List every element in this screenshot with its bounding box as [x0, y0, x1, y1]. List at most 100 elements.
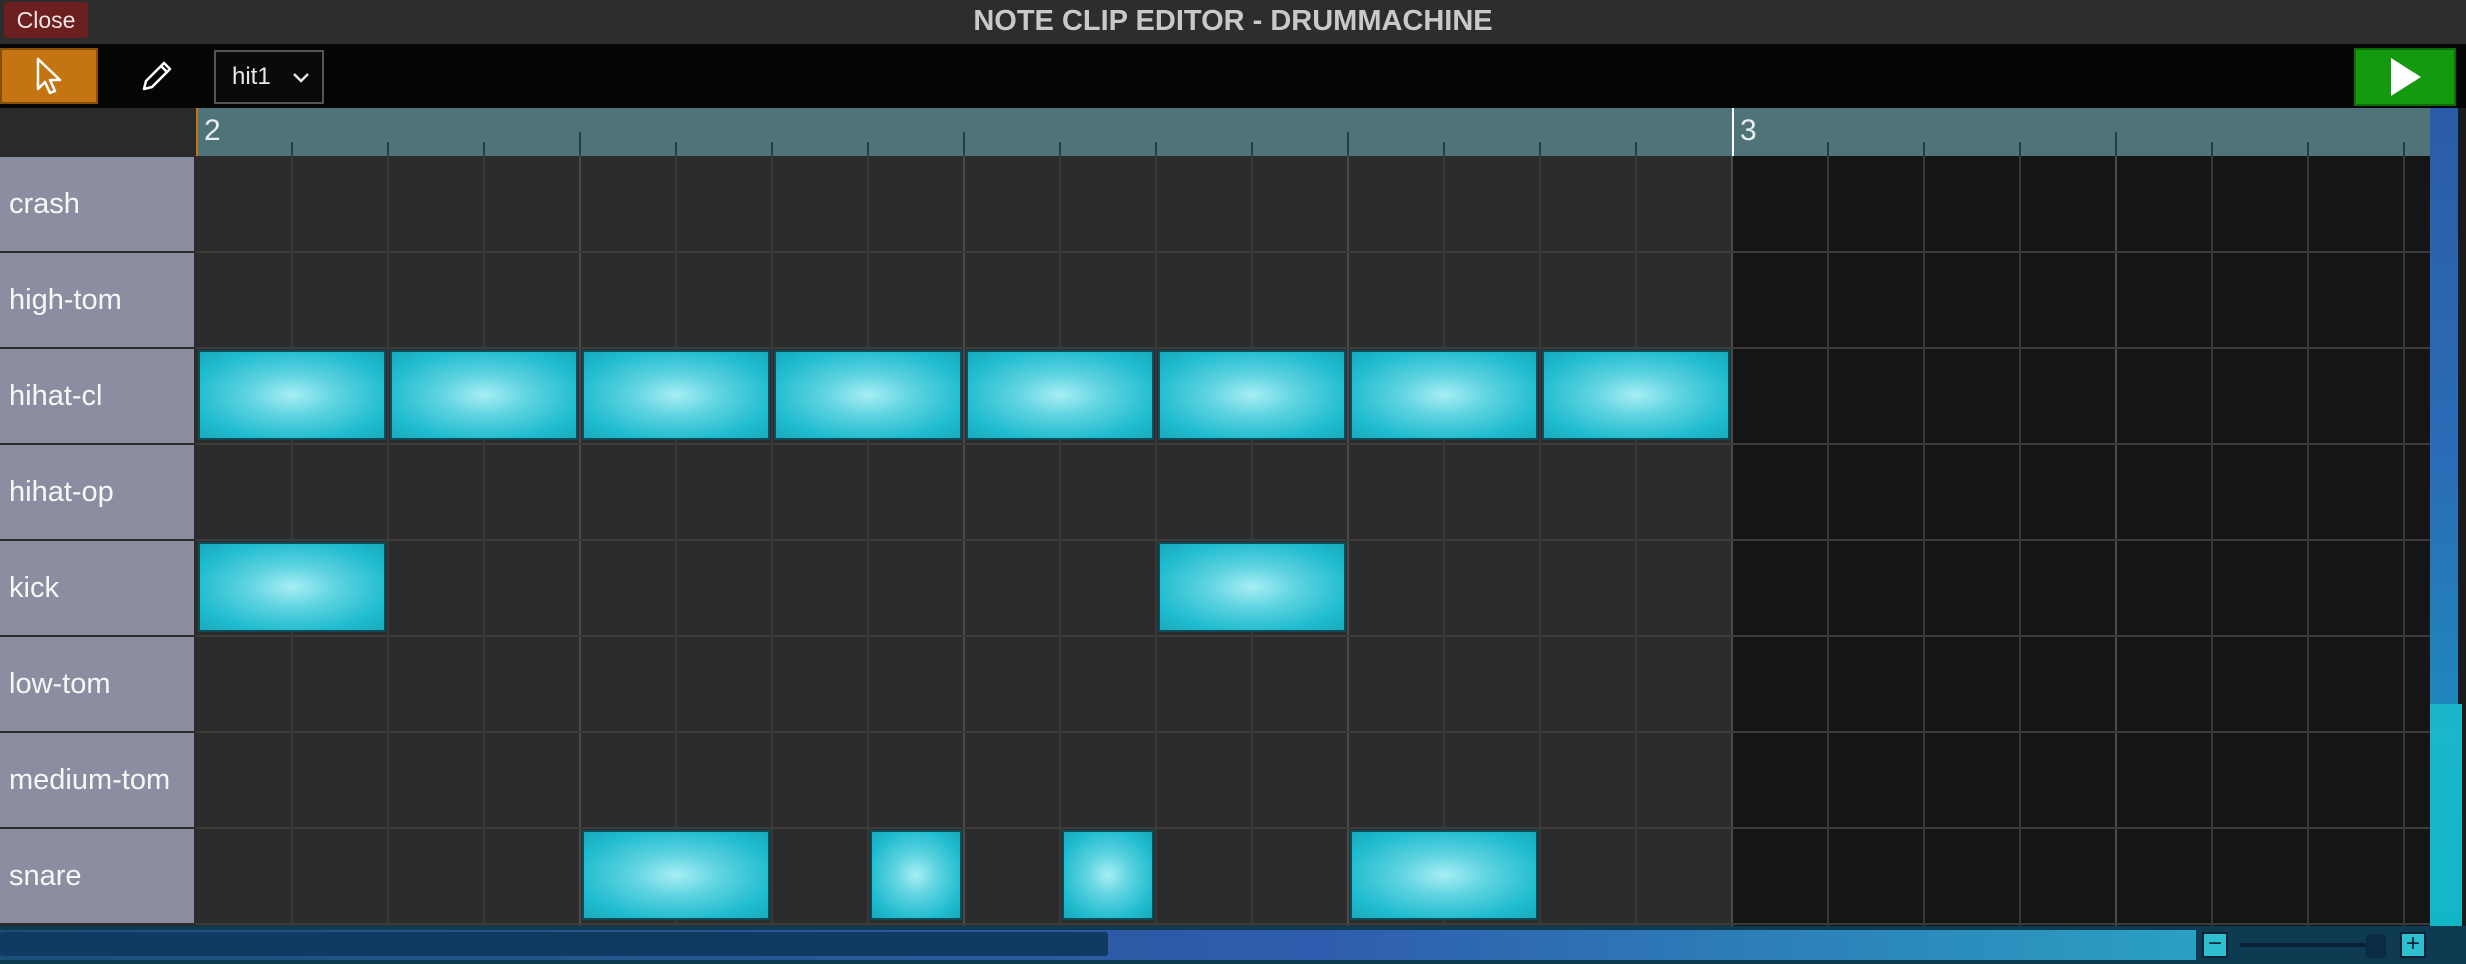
grid-row-line [196, 635, 2430, 637]
grid-line [2115, 156, 2117, 926]
ruler-tick [2211, 142, 2213, 156]
note-snare[interactable] [870, 830, 962, 920]
close-button[interactable]: Close [4, 2, 88, 38]
title-bar: NOTE CLIP EDITOR - DRUMMACHINE Close [0, 0, 2466, 44]
ruler-tick [1443, 142, 1445, 156]
scrollbar-divider [2462, 108, 2466, 926]
zoom-out-button[interactable]: − [2202, 932, 2228, 958]
zoom-slider-track[interactable] [2240, 943, 2384, 947]
chevron-down-icon [293, 73, 309, 83]
pencil-tool-button[interactable] [110, 48, 204, 104]
track-label-kick[interactable]: kick [0, 541, 194, 635]
grid-row-line [196, 923, 2430, 925]
zoom-in-button[interactable]: + [2400, 932, 2426, 958]
grid-row-line [196, 347, 2430, 349]
ruler-tick [771, 142, 773, 156]
ruler-tick [2019, 142, 2021, 156]
grid-line [1827, 156, 1829, 926]
grid-row-line [196, 443, 2430, 445]
grid-line [867, 156, 869, 926]
pencil-icon [142, 61, 172, 91]
note-kick[interactable] [1158, 542, 1346, 632]
track-label-snare[interactable]: snare [0, 829, 194, 923]
window-title: NOTE CLIP EDITOR - DRUMMACHINE [973, 5, 1493, 37]
ruler-tick [2307, 142, 2309, 156]
note-kick[interactable] [198, 542, 386, 632]
play-button[interactable] [2354, 48, 2456, 106]
grid-line [1635, 156, 1637, 926]
grid-row-line [196, 251, 2430, 253]
ruler-tick [1155, 142, 1157, 156]
ruler-tick [387, 142, 389, 156]
ruler-tick [1827, 142, 1829, 156]
grid-line [2403, 156, 2405, 926]
ruler-tick [1539, 142, 1541, 156]
clip-select-dropdown[interactable]: hit1 [214, 50, 324, 104]
grid-line [1923, 156, 1925, 926]
track-label-low-tom[interactable]: low-tom [0, 637, 194, 731]
note-hihat-cl[interactable] [582, 350, 770, 440]
horizontal-scrollbar-thumb[interactable] [0, 932, 1108, 956]
track-label-high-tom[interactable]: high-tom [0, 253, 194, 347]
ruler-tick [675, 142, 677, 156]
note-grid[interactable] [196, 156, 2430, 926]
ruler-tick [1251, 142, 1253, 156]
note-snare[interactable] [1350, 830, 1538, 920]
grid-line [579, 156, 581, 926]
note-hihat-cl[interactable] [1158, 350, 1346, 440]
grid-line [771, 156, 773, 926]
grid-line [1539, 156, 1541, 926]
ruler-tick [579, 132, 581, 156]
grid-line [1443, 156, 1445, 926]
ruler-tick [1059, 142, 1061, 156]
track-label-hihat-cl[interactable]: hihat-cl [0, 349, 194, 443]
toolbar: hit1 [0, 44, 2466, 108]
zoom-slider-thumb[interactable] [2366, 934, 2386, 958]
timeline-ruler[interactable]: 23 [196, 108, 2430, 156]
ruler-tick [1635, 142, 1637, 156]
grid-row-line [196, 827, 2430, 829]
play-icon [2391, 58, 2421, 96]
ruler-tick [1923, 142, 1925, 156]
grid-row-line [196, 731, 2430, 733]
ruler-tick [2115, 132, 2117, 156]
select-tool-button[interactable] [0, 48, 98, 104]
ruler-tick [2403, 142, 2405, 156]
grid-line [2307, 156, 2309, 926]
bar-line [1732, 108, 1734, 156]
grid-line [2211, 156, 2213, 926]
note-hihat-cl[interactable] [390, 350, 578, 440]
note-hihat-cl[interactable] [198, 350, 386, 440]
track-label-crash[interactable]: crash [0, 157, 194, 251]
ruler-corner [0, 108, 196, 156]
cursor-arrow-icon [36, 57, 62, 95]
ruler-tick [963, 132, 965, 156]
ruler-tick [483, 142, 485, 156]
note-hihat-cl[interactable] [774, 350, 962, 440]
outside-clip-area [1732, 156, 2430, 926]
grid-line [1347, 156, 1349, 926]
track-label-hihat-op[interactable]: hihat-op [0, 445, 194, 539]
grid-line [1731, 156, 1733, 926]
grid-line [963, 156, 965, 926]
bar-number: 2 [204, 114, 221, 147]
note-snare[interactable] [1062, 830, 1154, 920]
note-hihat-cl[interactable] [1542, 350, 1730, 440]
grid-line [483, 156, 485, 926]
grid-row-line [196, 539, 2430, 541]
track-label-medium-tom[interactable]: medium-tom [0, 733, 194, 827]
ruler-tick [1347, 132, 1349, 156]
note-snare[interactable] [582, 830, 770, 920]
grid-line [291, 156, 293, 926]
note-hihat-cl[interactable] [966, 350, 1154, 440]
clip-select-value: hit1 [232, 63, 271, 90]
ruler-tick [291, 142, 293, 156]
bar-number: 3 [1740, 114, 1757, 147]
grid-line [2019, 156, 2021, 926]
grid-line [675, 156, 677, 926]
note-hihat-cl[interactable] [1350, 350, 1538, 440]
ruler-tick [867, 142, 869, 156]
grid-line [387, 156, 389, 926]
vertical-scrollbar-thumb[interactable] [2430, 108, 2462, 704]
grid-line [1155, 156, 1157, 926]
